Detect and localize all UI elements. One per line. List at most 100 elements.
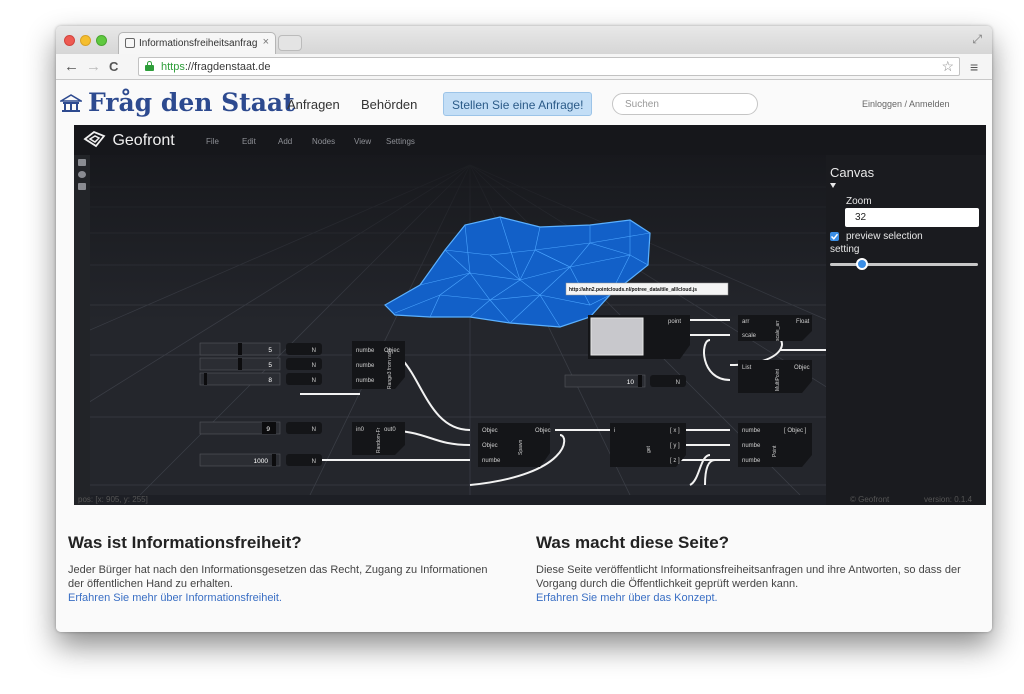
lock-icon [145,61,154,71]
zoom-input[interactable]: 32 [845,208,979,227]
zoom-label: Zoom [846,196,872,207]
back-button[interactable]: ← [64,58,79,76]
right-heading: Was macht diese Seite? [536,533,730,552]
port-label: [ x ] [670,428,680,434]
preview-node[interactable]: point [588,315,690,359]
port-label: numbe [356,348,375,354]
select-tool-icon[interactable] [78,159,86,166]
site-header: Fråg den Staat Anfragen Behörden Stellen… [56,81,992,125]
n-port: N [312,459,316,465]
input-value-5[interactable]: 1000 [254,458,269,465]
random-node[interactable]: in0 out0 Random-Fr [352,422,405,455]
range3-node[interactable]: numbe numbe numbe Objec Range3 from radi… [352,341,405,389]
port-label: [ z ] [670,458,680,464]
minimize-window-icon[interactable] [80,35,91,46]
menu-view[interactable]: View [354,137,371,146]
geofront-logo-icon [83,130,106,148]
tab-title: Informationsfreiheitsanfrag [139,38,258,49]
left-text: Jeder Bürger hat nach den Informationsge… [68,564,488,590]
browser-window: Informationsfreiheitsanfrag × ⤢ ← → C ht… [56,26,992,632]
input-value-4[interactable]: 9 [266,426,270,433]
port-label: numbe [356,378,375,384]
reload-button[interactable]: C [109,58,118,76]
browser-toolbar: ← → C https://fragdenstaat.de ☆ ≡ [56,54,992,80]
multipoint-node[interactable]: List Objec MultiPoint [738,360,812,393]
number-input-row[interactable]: 9 [199,421,281,435]
right-link[interactable]: Erfahren Sie mehr über das Konzept. [536,592,718,604]
n-port: N [312,427,316,433]
url-host: ://fragdenstaat.de [184,61,271,73]
n-port: N [312,378,316,384]
input-value-6[interactable]: 10 [627,379,635,386]
app-left-toolbar [74,155,90,505]
menu-settings[interactable]: Settings [386,137,415,146]
port-label: Objec [535,428,551,434]
port-label: numbe [742,443,761,449]
close-tab-icon[interactable]: × [263,36,269,48]
input-value-1[interactable]: 5 [268,347,272,354]
fullscreen-icon[interactable]: ⤢ [972,32,982,47]
status-copyright: © Geofront [850,495,890,504]
zoom-tool-icon[interactable] [78,171,86,178]
node-title: Spawn [518,439,524,455]
app-statusbar: pos: [x: 905, y: 255] © Geofront version… [74,495,986,505]
site-logo[interactable]: Fråg den Staat [58,88,295,117]
port-label: numbe [356,363,375,369]
geofront-app: Geofront File Edit Add Nodes View Settin… [74,125,986,505]
geofront-name: Geofront [112,132,175,149]
search-input[interactable]: Suchen [612,93,758,115]
app-menubar: Geofront File Edit Add Nodes View Settin… [74,125,986,155]
forward-button[interactable]: → [86,58,101,76]
browser-tab[interactable]: Informationsfreiheitsanfrag × [118,32,276,54]
node-canvas[interactable]: 5 5 8 9 1000 10 N N N N N N numbe numbe … [90,155,826,495]
login-link[interactable]: Einloggen / Anmelden [862,99,950,109]
number-input-row[interactable]: 8 [199,372,281,386]
node-title: scale_arr [775,320,781,341]
node-title: MultiPoint [775,368,781,391]
properties-panel: Canvas Zoom 32 preview selection setting [826,155,986,505]
preview-checkbox[interactable] [830,232,839,241]
port-label: numbe [742,458,761,464]
address-bar[interactable]: https://fragdenstaat.de ☆ [138,57,960,76]
port-label: out0 [384,427,396,433]
node-title: Random-Fr [376,427,382,453]
number-input-row[interactable]: 10 [564,374,646,388]
get-node[interactable]: i [ x ] [ y ] [ z ] get [610,423,686,467]
input-value-3[interactable]: 8 [268,377,272,384]
menu-edit[interactable]: Edit [242,137,256,146]
point-node[interactable]: numbe numbe numbe [ Objec ] Point [738,423,812,467]
nav-behoerden[interactable]: Behörden [361,97,417,112]
setting-slider-thumb[interactable] [856,258,868,270]
bookmark-star-icon[interactable]: ☆ [941,58,954,75]
node-title: Point [772,445,778,457]
menu-nodes[interactable]: Nodes [312,137,335,146]
menu-add[interactable]: Add [278,137,292,146]
url-scheme: https [161,61,185,73]
port-label: numbe [742,428,761,434]
number-input-row[interactable]: 5 [199,342,281,356]
new-tab-button[interactable] [278,35,302,51]
cube-tool-icon[interactable] [78,183,86,190]
number-input-row[interactable]: 1000 [199,453,281,467]
new-request-button[interactable]: Stellen Sie eine Anfrage! [443,92,593,116]
port-label: arr [742,319,749,325]
left-paragraph: Jeder Bürger hat nach den Informationsge… [68,563,488,605]
maximize-window-icon[interactable] [96,35,107,46]
input-value-2[interactable]: 5 [268,362,272,369]
port-label: [ y ] [670,443,680,449]
scale-arr-node[interactable]: arr scale Float scale_arr [738,315,812,341]
close-window-icon[interactable] [64,35,75,46]
port-label: Objec [794,365,810,371]
browser-menu-icon[interactable]: ≡ [970,58,978,76]
collapse-arrow-icon[interactable] [830,183,836,188]
setting-slider-track[interactable] [830,263,978,266]
port-label: i [614,428,615,434]
nav-anfragen[interactable]: Anfragen [287,97,340,112]
number-input-row[interactable]: 5 [199,357,281,371]
menu-file[interactable]: File [206,137,219,146]
geofront-logo: Geofront [82,130,175,150]
spawn-node[interactable]: Objec Objec numbe Objec Spawn [478,423,551,467]
port-label: point [668,319,681,325]
left-link[interactable]: Erfahren Sie mehr über Informationsfreih… [68,592,282,604]
node-title: Range3 from radii [387,349,393,389]
